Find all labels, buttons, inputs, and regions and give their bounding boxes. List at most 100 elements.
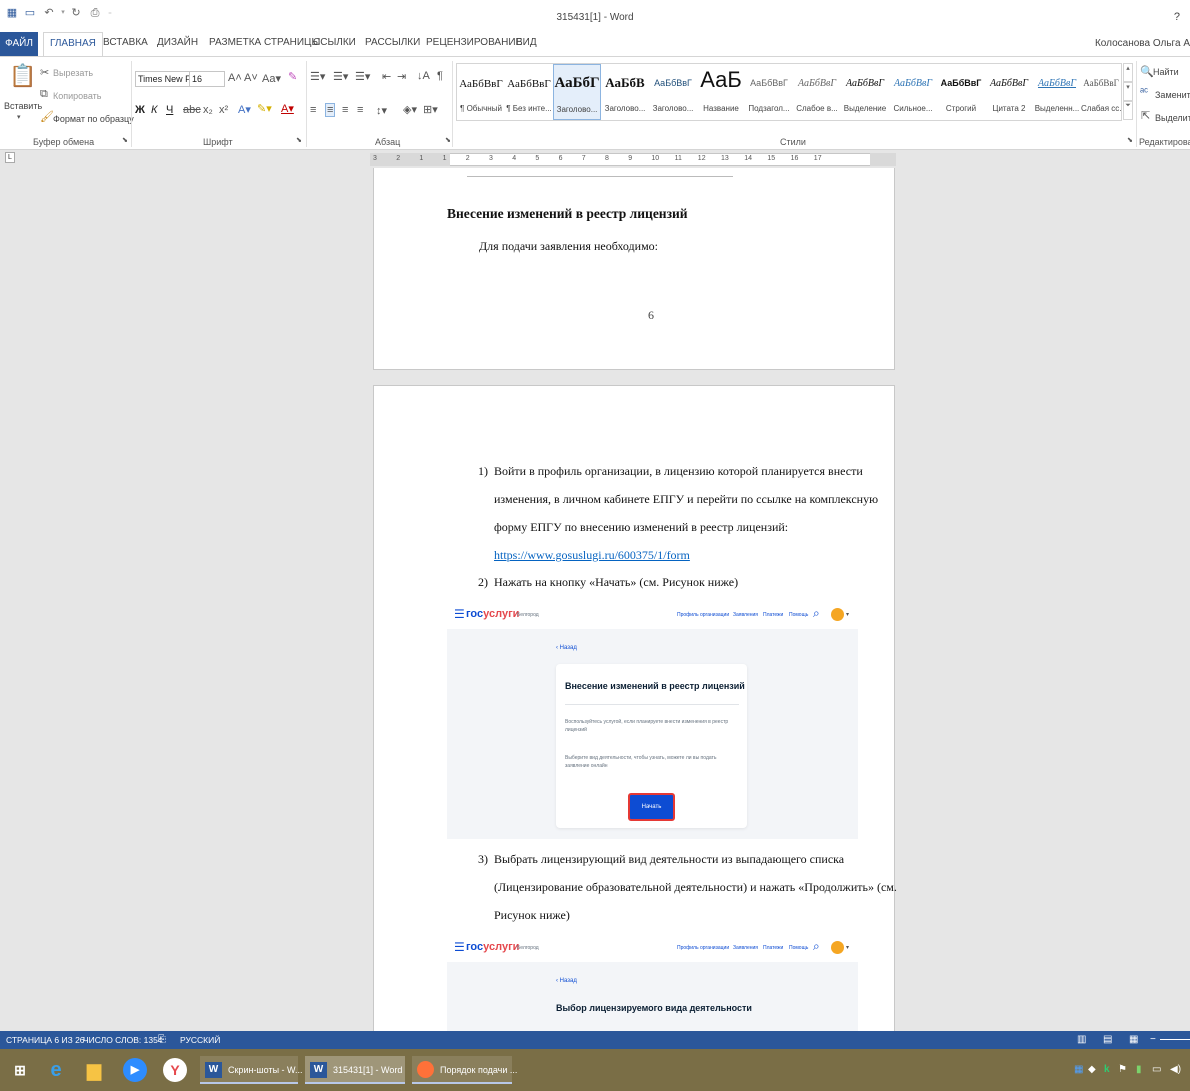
document-page[interactable] bbox=[373, 168, 895, 370]
copy-icon[interactable]: ⧉ bbox=[40, 88, 48, 101]
tray-flag-icon[interactable]: ⚑ bbox=[1118, 1064, 1127, 1075]
select-button[interactable]: Выделить bbox=[1155, 113, 1190, 123]
paragraph-launcher-icon[interactable]: ⬊ bbox=[445, 136, 451, 144]
styles-scroll-down-icon[interactable]: ▾ bbox=[1123, 82, 1133, 101]
style-emphasis[interactable]: АаБбВвГ Выделение bbox=[841, 64, 889, 120]
italic-button[interactable]: К bbox=[151, 104, 157, 116]
clipboard-launcher-icon[interactable]: ⬊ bbox=[122, 136, 128, 144]
paste-button[interactable]: Вставить bbox=[4, 101, 42, 111]
zoom-app-icon[interactable]: ▶ bbox=[123, 1058, 147, 1082]
page-count[interactable]: СТРАНИЦА 6 ИЗ 26 bbox=[6, 1035, 85, 1045]
paste-icon[interactable]: 📋 bbox=[9, 63, 36, 89]
internet-explorer-icon[interactable]: e bbox=[44, 1058, 68, 1082]
tray-signal-icon[interactable]: ▮ bbox=[1136, 1064, 1142, 1075]
line-spacing-icon[interactable]: ↕▾ bbox=[376, 104, 387, 117]
yandex-browser-icon[interactable]: Y bbox=[163, 1058, 187, 1082]
change-case-icon[interactable]: Aa▾ bbox=[262, 72, 281, 85]
show-marks-icon[interactable]: ¶ bbox=[437, 70, 443, 82]
align-center-icon[interactable]: ≡ bbox=[325, 103, 336, 117]
style-no-spacing[interactable]: АаБбВвГ ¶ Без инте... bbox=[505, 64, 553, 120]
style-strong[interactable]: АаБбВвГ Строгий bbox=[937, 64, 985, 120]
increase-indent-icon[interactable]: ⇥ bbox=[397, 70, 406, 83]
zoom-slider[interactable] bbox=[1160, 1039, 1190, 1040]
style-heading-2[interactable]: АаБбВ Заголово... bbox=[601, 64, 649, 120]
tab-home[interactable]: ГЛАВНАЯ bbox=[43, 32, 103, 57]
superscript-icon[interactable]: x² bbox=[219, 104, 228, 116]
font-color-icon[interactable]: A▾ bbox=[281, 102, 294, 115]
read-mode-icon[interactable]: ▥ bbox=[1077, 1034, 1086, 1045]
style-heading-1[interactable]: АаБбГ Заголово... bbox=[553, 64, 601, 120]
clear-formatting-icon[interactable]: ✎ bbox=[288, 70, 297, 83]
taskbar-window[interactable]: Порядок подачи ... bbox=[412, 1056, 517, 1084]
tab-layout[interactable]: РАЗМЕТКА СТРАНИЦЫ bbox=[209, 37, 320, 48]
tray-app-icon[interactable]: ▦ bbox=[1074, 1064, 1083, 1075]
tray-network-icon[interactable]: ◆ bbox=[1088, 1064, 1096, 1075]
style-title[interactable]: АаБ Название bbox=[697, 64, 745, 120]
cut-button[interactable]: Вырезать bbox=[53, 68, 93, 78]
style-quote-2[interactable]: АаБбВвГ Цитата 2 bbox=[985, 64, 1033, 120]
user-account-name[interactable]: Колосанова Ольга А bbox=[1095, 38, 1190, 49]
style-subtle-emphasis[interactable]: АаБбВвГ Слабое в... bbox=[793, 64, 841, 120]
style-normal[interactable]: АаБбВвГ ¶ Обычный bbox=[457, 64, 505, 120]
gosuslugi-form-link[interactable]: https://www.gosuslugi.ru/600375/1/form bbox=[494, 548, 690, 563]
multilevel-list-icon[interactable]: ☰▾ bbox=[355, 70, 370, 83]
tab-insert[interactable]: ВСТАВКА bbox=[103, 37, 148, 48]
style-subtitle[interactable]: АаБбВвГ Подзагол... bbox=[745, 64, 793, 120]
justify-icon[interactable]: ≡ bbox=[357, 104, 363, 116]
align-left-icon[interactable]: ≡ bbox=[310, 104, 316, 116]
bold-button[interactable]: Ж bbox=[135, 104, 145, 116]
tab-selector[interactable]: L bbox=[5, 152, 15, 163]
zoom-out-icon[interactable]: − bbox=[1150, 1034, 1156, 1045]
windows-start-icon[interactable]: ⊞ bbox=[8, 1058, 32, 1082]
format-painter-button[interactable]: Формат по образцу bbox=[53, 114, 134, 124]
tab-references[interactable]: ССЫЛКИ bbox=[313, 37, 356, 48]
styles-launcher-icon[interactable]: ⬊ bbox=[1127, 136, 1133, 144]
align-right-icon[interactable]: ≡ bbox=[342, 104, 348, 116]
tab-mailings[interactable]: РАССЫЛКИ bbox=[365, 37, 420, 48]
bullets-icon[interactable]: ☰▾ bbox=[310, 70, 325, 83]
style-intense-quote[interactable]: АаБбВвГ Выделенн... bbox=[1033, 64, 1081, 120]
grow-font-icon[interactable]: A˄ bbox=[228, 72, 242, 84]
tray-volume-icon[interactable]: ◀) bbox=[1170, 1064, 1181, 1075]
highlight-color-icon[interactable]: ✎▾ bbox=[257, 102, 272, 115]
style-subtle-reference[interactable]: АаБбВвГ Слабая сс... bbox=[1081, 64, 1121, 120]
copy-button[interactable]: Копировать bbox=[53, 91, 101, 101]
web-layout-icon[interactable]: ▦ bbox=[1129, 1034, 1138, 1045]
tab-view[interactable]: ВИД bbox=[516, 37, 537, 48]
text-effects-icon[interactable]: A▾ bbox=[238, 103, 251, 116]
sort-icon[interactable]: ↓A bbox=[417, 70, 430, 82]
tab-design[interactable]: ДИЗАЙН bbox=[157, 37, 198, 48]
print-layout-icon[interactable]: ▤ bbox=[1103, 1034, 1112, 1045]
underline-button[interactable]: Ч bbox=[166, 104, 173, 116]
taskbar-window-active[interactable]: W 315431[1] - Word bbox=[305, 1056, 405, 1084]
format-painter-icon[interactable]: 🖌 bbox=[40, 110, 54, 123]
word-count[interactable]: ЧИСЛО СЛОВ: 1354 bbox=[83, 1035, 163, 1045]
cut-icon[interactable]: ✂ bbox=[40, 66, 49, 79]
tab-file[interactable]: ФАЙЛ bbox=[0, 32, 38, 56]
replace-icon[interactable]: ᵃᶜ bbox=[1140, 86, 1148, 98]
shading-icon[interactable]: ◈▾ bbox=[403, 103, 417, 116]
find-icon[interactable]: 🔍 bbox=[1140, 65, 1154, 78]
borders-icon[interactable]: ⊞▾ bbox=[423, 103, 438, 116]
tray-display-icon[interactable]: ▭ bbox=[1152, 1064, 1161, 1075]
style-heading-3[interactable]: АаБбВвГ Заголово... bbox=[649, 64, 697, 120]
decrease-indent-icon[interactable]: ⇤ bbox=[382, 70, 391, 83]
taskbar-window[interactable]: W Скрин-шоты - W... bbox=[200, 1056, 303, 1084]
numbering-icon[interactable]: ☰▾ bbox=[333, 70, 348, 83]
styles-scroll-up-icon[interactable]: ▴ bbox=[1123, 63, 1133, 82]
subscript-icon[interactable]: x₂ bbox=[203, 104, 213, 116]
replace-button[interactable]: Заменить bbox=[1155, 90, 1190, 100]
font-size-select[interactable]: 16 bbox=[189, 71, 225, 87]
tab-review[interactable]: РЕЦЕНЗИРОВАНИЕ bbox=[426, 37, 522, 48]
language-indicator[interactable]: РУССКИЙ bbox=[180, 1035, 220, 1045]
select-icon[interactable]: ⇱ bbox=[1141, 109, 1150, 122]
paste-dropdown-icon[interactable]: ▾ bbox=[17, 113, 21, 121]
font-launcher-icon[interactable]: ⬊ bbox=[296, 136, 302, 144]
shrink-font-icon[interactable]: A˅ bbox=[244, 72, 258, 84]
style-intense-emphasis[interactable]: АаБбВвГ Сильное... bbox=[889, 64, 937, 120]
strikethrough-icon[interactable]: abc bbox=[183, 104, 201, 116]
styles-more-icon[interactable]: ⏷ bbox=[1123, 101, 1133, 120]
find-button[interactable]: Найти bbox=[1153, 67, 1179, 77]
tray-kaspersky-icon[interactable]: k bbox=[1104, 1064, 1110, 1075]
help-button[interactable]: ? bbox=[1174, 11, 1180, 23]
